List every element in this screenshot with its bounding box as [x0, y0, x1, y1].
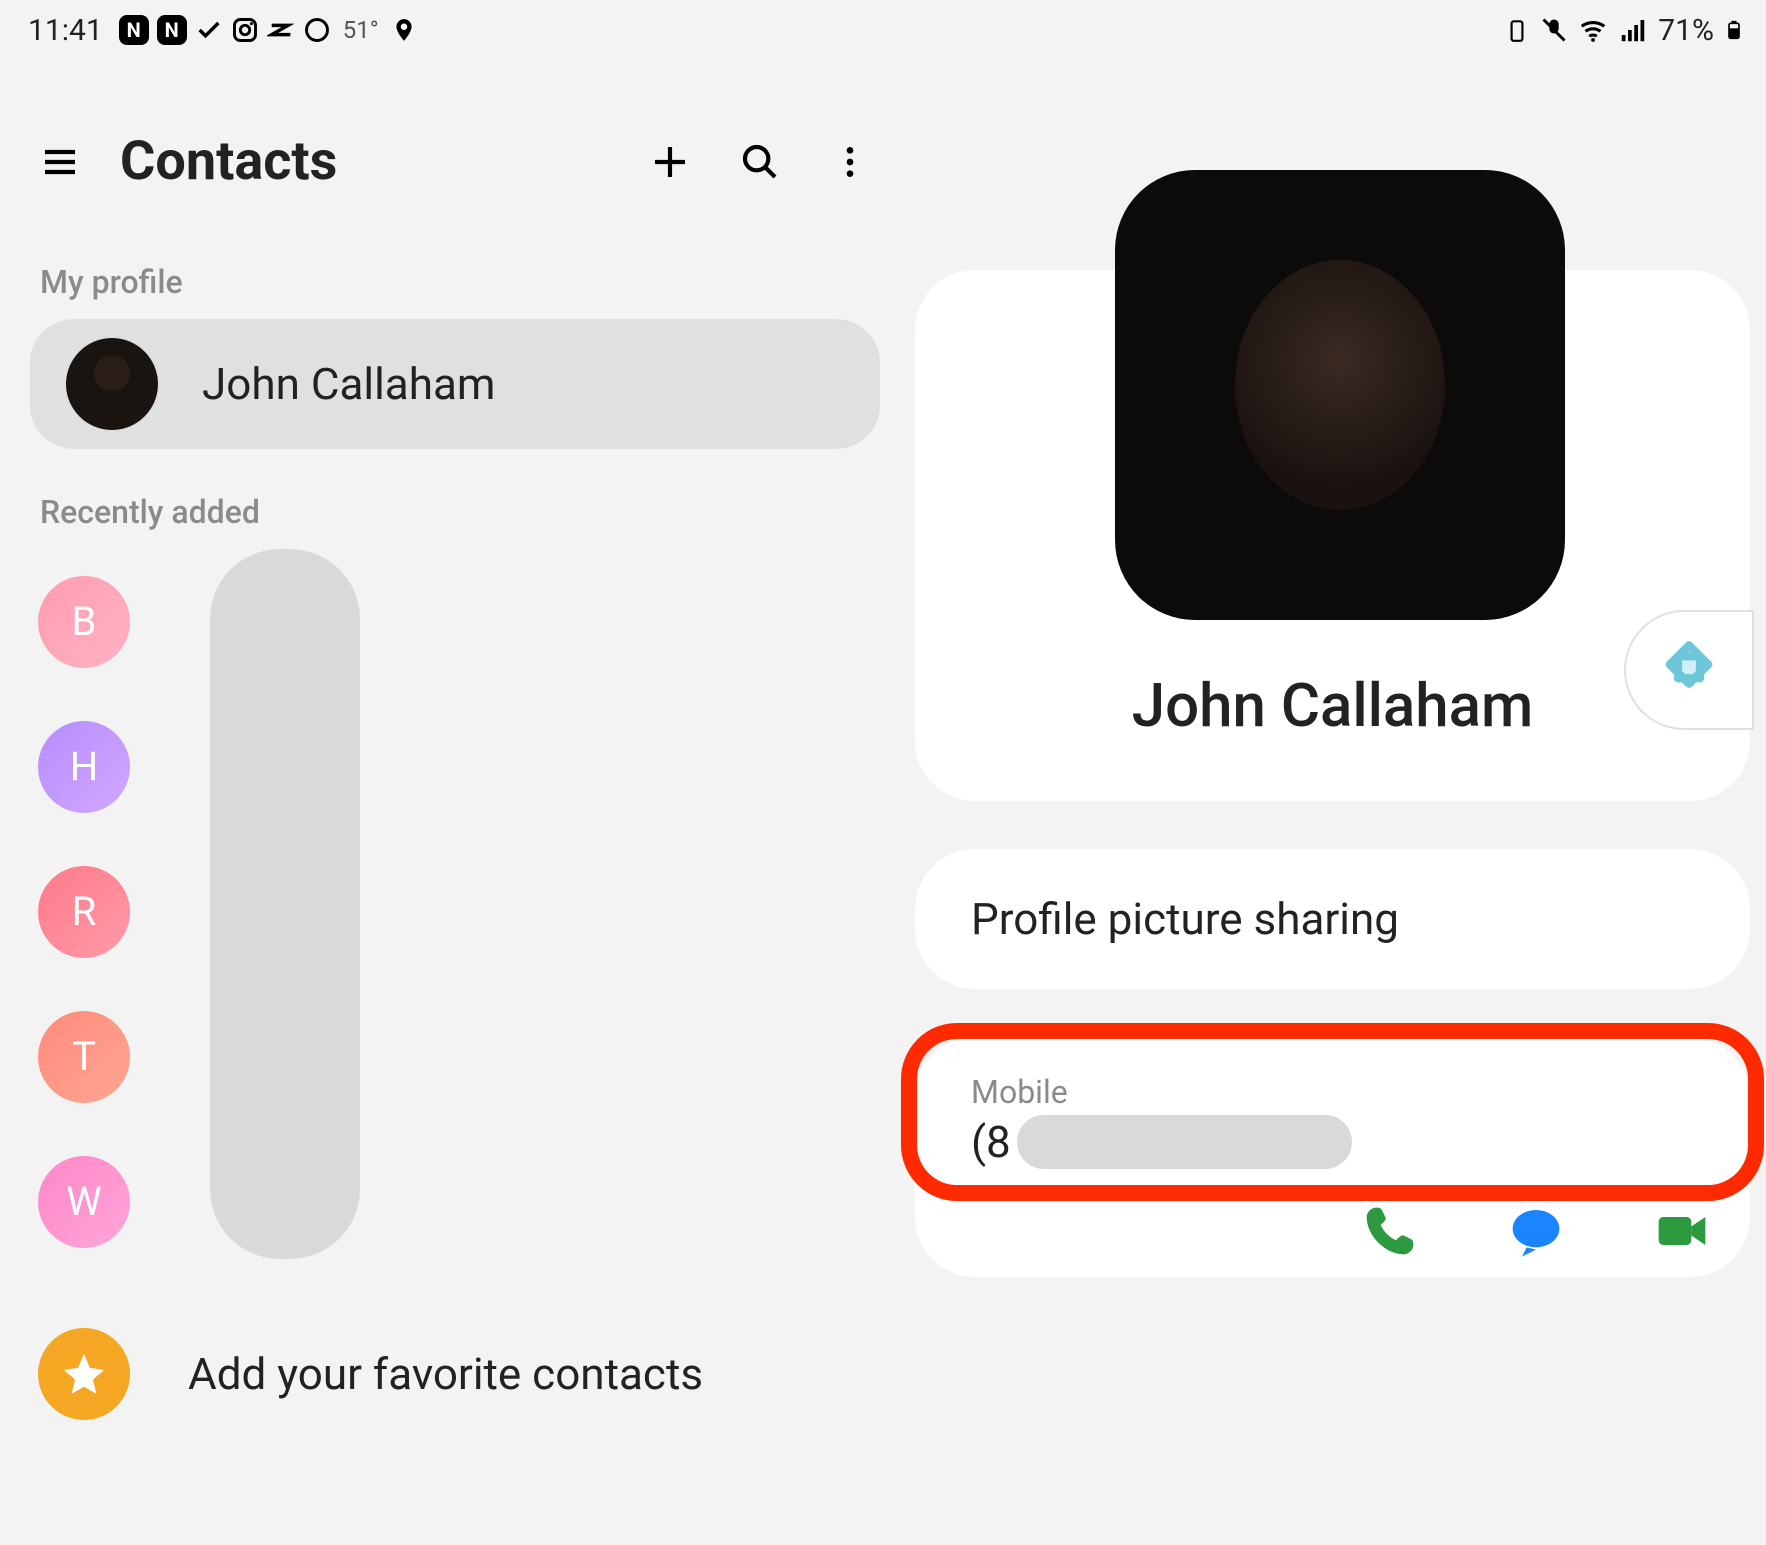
contact-row[interactable]: H ) [30, 694, 880, 839]
battery-icon [1724, 14, 1744, 46]
notif-icon-1: N [119, 15, 149, 45]
battery-saver-icon [1504, 17, 1530, 43]
contacts-pane: Contacts My profile John Callaham Recent… [0, 130, 880, 1434]
battery-percent: 71% [1658, 13, 1714, 48]
contact-name: John Callaham [975, 670, 1690, 741]
contact-avatar: R [38, 866, 130, 958]
search-button[interactable] [730, 132, 790, 192]
mute-icon [1540, 16, 1568, 44]
more-button[interactable] [820, 132, 880, 192]
my-profile-label: My profile [40, 263, 880, 301]
profile-avatar [66, 338, 158, 430]
call-button[interactable] [1362, 1203, 1418, 1263]
contact-avatar: B [38, 576, 130, 668]
notif-icon-2: N [157, 15, 187, 45]
profile-picture-sharing-row[interactable]: Profile picture sharing [915, 849, 1750, 989]
phone-number-redacted [1017, 1115, 1352, 1169]
redacted-names [210, 549, 360, 1259]
wifi-icon [1578, 15, 1608, 45]
instagram-icon [231, 16, 259, 44]
phone-type-label: Mobile [971, 1073, 1694, 1111]
video-call-button[interactable] [1654, 1203, 1710, 1263]
menu-button[interactable] [30, 132, 90, 192]
status-left: 11:41 N N 51° [28, 13, 417, 48]
action-row [1362, 1203, 1710, 1263]
contact-row[interactable]: R e [30, 839, 880, 984]
z-icon [267, 16, 295, 44]
add-button[interactable] [640, 132, 700, 192]
phone-number-line: (8 [971, 1115, 1694, 1169]
my-profile-row[interactable]: John Callaham [30, 319, 880, 449]
checkmark-icon [195, 16, 223, 44]
contact-avatar: T [38, 1011, 130, 1103]
recently-added-label: Recently added [40, 493, 880, 531]
contact-photo[interactable] [1115, 170, 1565, 620]
contacts-header: Contacts [30, 130, 880, 193]
star-icon [38, 1328, 130, 1420]
message-button[interactable] [1508, 1203, 1564, 1263]
add-favorite-label: Add your favorite contacts [188, 1348, 703, 1400]
location-icon [391, 17, 417, 43]
contact-avatar: W [38, 1156, 130, 1248]
signal-icon [1618, 15, 1648, 45]
camera-aperture-icon [303, 16, 331, 44]
contact-row[interactable]: B [30, 549, 880, 694]
contact-row[interactable]: W [30, 1129, 880, 1274]
status-right: 71% [1504, 13, 1744, 48]
status-time: 11:41 [28, 13, 103, 48]
highlight-box [901, 1023, 1764, 1201]
phone-number-visible: (8 [971, 1116, 1011, 1168]
contact-row[interactable]: T [30, 984, 880, 1129]
contact-detail-pane: John Callaham Profile picture sharing Mo… [915, 270, 1750, 1277]
contact-avatar: H [38, 721, 130, 813]
phone-card[interactable]: Mobile (8 [915, 1037, 1750, 1277]
app-title: Contacts [120, 130, 337, 193]
status-temp: 51° [343, 16, 379, 44]
status-bar: 11:41 N N 51° 71% [0, 0, 1766, 60]
recent-list: B H ) R e T W [30, 549, 880, 1274]
profile-name: John Callaham [202, 358, 495, 410]
profile-card: John Callaham [915, 270, 1750, 801]
add-favorite-row[interactable]: Add your favorite contacts [30, 1314, 880, 1434]
side-share-button[interactable] [1624, 610, 1754, 730]
